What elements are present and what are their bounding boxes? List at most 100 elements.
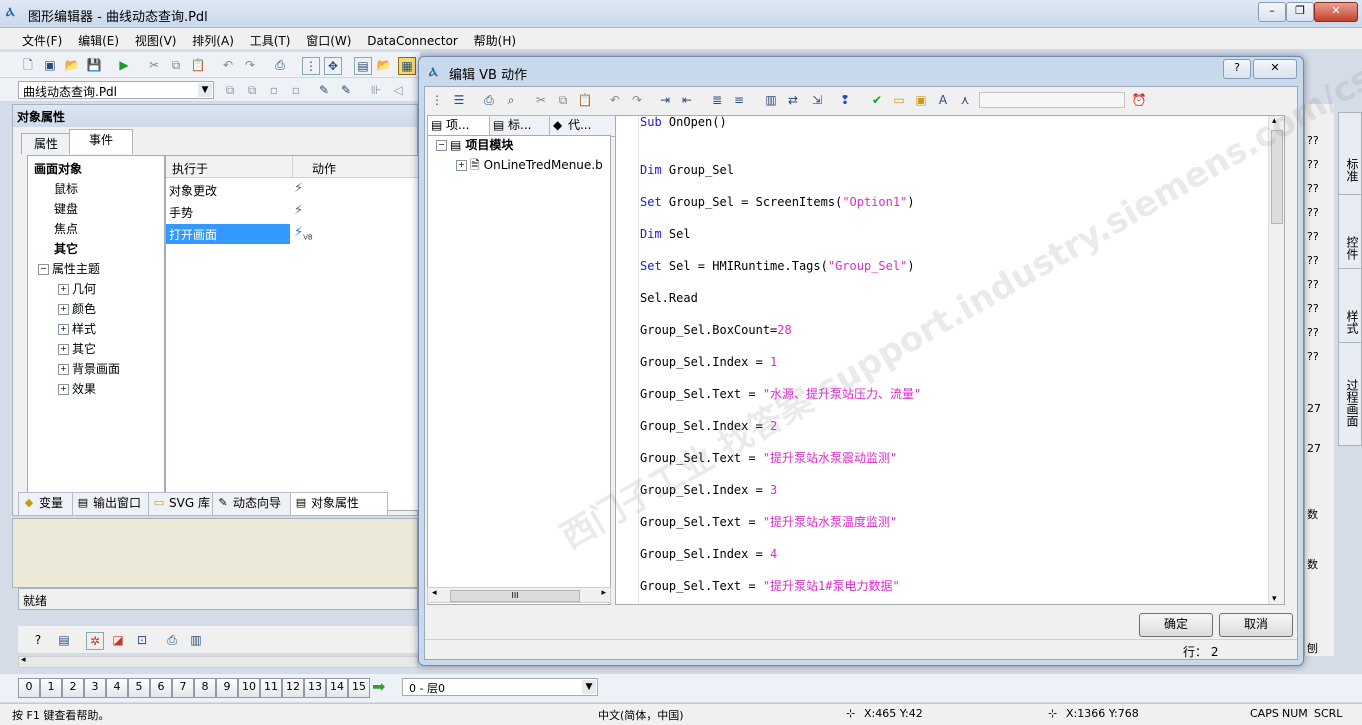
menu-edit[interactable]: 编辑(E)	[72, 28, 125, 49]
copy-icon[interactable]: ⧉	[555, 92, 571, 108]
report-icon[interactable]: ▥	[188, 632, 204, 648]
vb-lightning-icon[interactable]: ⚡VB	[294, 225, 313, 242]
tree-item-background-picture[interactable]: + 背景画面	[58, 360, 120, 378]
format-painter-icon[interactable]: ✎	[338, 82, 354, 98]
code-line[interactable]: Group_Sel.Text = "提升泵站水泵温度监测"	[640, 514, 897, 530]
table-row[interactable]: 手势 ⚡	[166, 202, 418, 222]
expand-icon[interactable]: +	[58, 324, 69, 335]
code-line[interactable]: Sel.Read	[640, 290, 698, 306]
tree-item-effects[interactable]: + 效果	[58, 380, 96, 398]
object-palette-icon[interactable]: ✲	[86, 632, 104, 650]
layer-button-9[interactable]: 9	[216, 678, 238, 698]
menu-window[interactable]: 窗口(W)	[300, 28, 357, 49]
expand-icon[interactable]: +	[58, 284, 69, 295]
trend-icon[interactable]: ⊡	[134, 632, 150, 648]
tree-item-module-file[interactable]: + 🗎 OnLineTredMenue.b	[456, 156, 603, 174]
folder-icon[interactable]: ▭	[891, 92, 907, 108]
layer-button-0[interactable]: 0	[18, 678, 40, 698]
cut-icon[interactable]: ✂	[533, 92, 549, 108]
properties-icon[interactable]: ▤	[56, 632, 72, 648]
new-template-icon[interactable]: ▣	[42, 57, 58, 73]
replace-icon[interactable]: ⇄	[785, 92, 801, 108]
syntax-check-icon[interactable]: ✔	[869, 92, 885, 108]
expand-icon[interactable]: +	[58, 384, 69, 395]
tree-item-styles[interactable]: + 样式	[58, 320, 96, 338]
paste-icon[interactable]: 📋	[190, 57, 206, 73]
ok-button[interactable]: 确定	[1139, 613, 1213, 637]
layer-button-2[interactable]: 2	[62, 678, 84, 698]
scroll-down-icon[interactable]: ▾	[1272, 594, 1277, 604]
tree-item-focus[interactable]: 焦点	[54, 220, 78, 238]
tree-item-mouse[interactable]: 鼠标	[54, 180, 78, 198]
new-file-icon[interactable]: 🗋	[20, 57, 36, 73]
chevron-down-icon[interactable]: ▼	[198, 83, 212, 97]
column-header-action[interactable]: 动作	[312, 160, 336, 177]
side-tab-process-pictures[interactable]: 过程画面	[1338, 342, 1362, 446]
object-selector-combo[interactable]: 曲线动态查询.Pdl ▼	[18, 81, 214, 99]
code-line[interactable]: Group_Sel.BoxCount=28	[640, 322, 792, 338]
open-folder-icon[interactable]: 📂	[64, 57, 80, 73]
layer-button-6[interactable]: 6	[150, 678, 172, 698]
code-line[interactable]: Group_Sel.Index = 3	[640, 482, 777, 498]
scroll-right-icon[interactable]: ▸	[601, 588, 606, 598]
code-line[interactable]: Dim Sel	[640, 226, 691, 242]
tree-item-other[interactable]: + 其它	[58, 340, 96, 358]
indent-icon[interactable]: ⇥	[657, 92, 673, 108]
code-line[interactable]: Dim Group_Sel	[640, 162, 734, 178]
save-icon[interactable]: 💾	[86, 57, 102, 73]
cancel-button[interactable]: 取消	[1219, 613, 1293, 637]
tab-properties[interactable]: 属性	[21, 133, 71, 154]
table-row[interactable]: 对象更改 ⚡	[166, 180, 418, 200]
code-line[interactable]: Group_Sel.Text = "水源、提升泵站压力、流量"	[640, 386, 921, 402]
code-line[interactable]: Group_Sel.Text = "提升泵站水泵震动监测"	[640, 450, 897, 466]
grid-icon[interactable]: ⋮	[302, 57, 320, 75]
code-line[interactable]: Group_Sel.Index = 4	[640, 546, 777, 562]
library-icon[interactable]: 📂	[376, 57, 392, 73]
help-icon[interactable]: ?	[30, 632, 46, 648]
collapse-icon[interactable]: −	[38, 264, 49, 275]
layer-button-7[interactable]: 7	[172, 678, 194, 698]
print-icon[interactable]: ⎙	[272, 57, 288, 73]
tree-item-project-modules[interactable]: − ▤ 项目模块	[436, 136, 513, 154]
forward-icon[interactable]: ▫	[266, 82, 282, 98]
undo-icon[interactable]: ↶	[607, 92, 623, 108]
menu-arrange[interactable]: 排列(A)	[186, 28, 240, 49]
code-line[interactable]: Group_Sel.Text = "提升泵站1#泵电力数据"	[640, 578, 900, 594]
snap-icon[interactable]: ✥	[324, 57, 342, 75]
expand-icon[interactable]: +	[456, 160, 467, 171]
scroll-left-icon[interactable]: ◂	[21, 655, 26, 665]
bring-front-icon[interactable]: ⧉	[222, 82, 238, 98]
menu-view[interactable]: 视图(V)	[129, 28, 183, 49]
tree-horizontal-scrollbar[interactable]: ◂ III ▸	[427, 587, 611, 603]
code-line[interactable]: Group_Sel.Index = 1	[640, 354, 777, 370]
scroll-up-icon[interactable]: ▴	[1272, 116, 1277, 126]
chart-icon[interactable]: ◪	[110, 632, 126, 648]
layer-button-5[interactable]: 5	[128, 678, 150, 698]
menu-tools[interactable]: 工具(T)	[244, 28, 297, 49]
arrow-right-icon[interactable]: ➡	[372, 677, 385, 696]
scroll-thumb[interactable]	[1271, 130, 1283, 224]
close-button[interactable]: ✕	[1314, 2, 1358, 22]
format-icon[interactable]: ☰	[451, 92, 467, 108]
layer-button-11[interactable]: 11	[260, 678, 282, 698]
redo-icon[interactable]: ↷	[242, 57, 258, 73]
expand-icon[interactable]: +	[58, 344, 69, 355]
print-icon[interactable]: ⎙	[481, 92, 497, 108]
goto-icon[interactable]: ⇲	[809, 92, 825, 108]
minimize-button[interactable]: –	[1258, 2, 1286, 22]
expand-icon[interactable]: +	[58, 304, 69, 315]
run-icon[interactable]: ▶	[116, 57, 132, 73]
send-back-icon[interactable]: ⧉	[244, 82, 260, 98]
scroll-thumb[interactable]: III	[450, 590, 580, 602]
tree-item-colors[interactable]: + 颜色	[58, 300, 96, 318]
tree-item-geometry[interactable]: + 几何	[58, 280, 96, 298]
restore-button[interactable]: ❐	[1286, 2, 1314, 22]
trigger-clock-icon[interactable]: ⏰	[1131, 92, 1147, 108]
collapse-icon[interactable]: −	[436, 140, 447, 151]
bookmark-icon[interactable]: ▥	[763, 92, 779, 108]
align-left-icon[interactable]: ⊪	[368, 82, 384, 98]
dynamic-wizard-icon[interactable]: ▦	[398, 57, 416, 75]
align-center-icon[interactable]: ◁	[390, 82, 406, 98]
cut-icon[interactable]: ✂	[146, 57, 162, 73]
tree-item-screen-object[interactable]: 画面对象	[34, 160, 82, 178]
